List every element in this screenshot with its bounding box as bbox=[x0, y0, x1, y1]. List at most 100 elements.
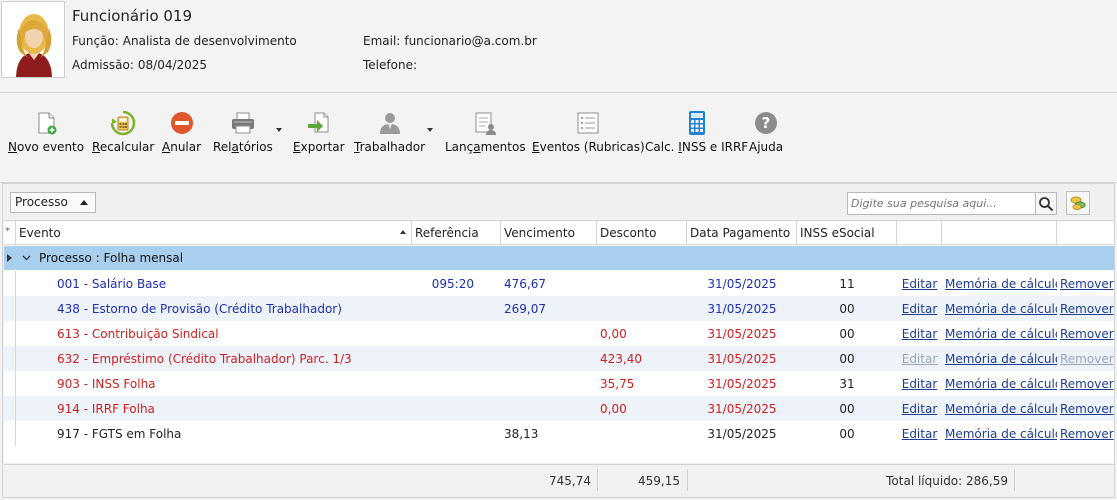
search-button[interactable] bbox=[1036, 192, 1057, 215]
exportar-label: Exportar bbox=[293, 140, 345, 154]
cell-vencimento: 476,67 bbox=[504, 277, 546, 291]
column-header-empty bbox=[897, 221, 942, 245]
table-row[interactable]: 438 - Estorno de Provisão (Crédito Traba… bbox=[4, 296, 1114, 321]
cell-action: Editar bbox=[897, 321, 942, 346]
eventos-rubricas-button[interactable]: Eventos (Rubricas) bbox=[532, 110, 645, 168]
novo-evento-button[interactable]: Novo evento bbox=[8, 110, 84, 168]
cell-evento: 001 - Salário Base bbox=[57, 277, 167, 291]
cell-desconto: 35,75 bbox=[600, 377, 635, 391]
grid-header: * Evento Referência Vencimento Desconto … bbox=[4, 221, 1114, 245]
help-icon: ? bbox=[753, 110, 779, 136]
cell-desconto: 0,00 bbox=[600, 327, 627, 341]
remove-link[interactable]: Remover bbox=[1060, 302, 1114, 316]
list-icon bbox=[575, 110, 601, 136]
table-row[interactable]: 632 - Empréstimo (Crédito Trabalhador) P… bbox=[4, 346, 1114, 371]
table-row[interactable]: 613 - Contribuição Sindical 0,00 31/05/202… bbox=[4, 321, 1114, 346]
remove-link[interactable]: Remover bbox=[1060, 377, 1114, 391]
relatorios-dropdown-arrow-icon[interactable] bbox=[276, 128, 282, 132]
cell-desconto: 423,40 bbox=[600, 352, 642, 366]
row-indicator[interactable] bbox=[4, 321, 16, 346]
calc-memory-link[interactable]: Memória de cálculo bbox=[945, 352, 1057, 366]
ajuda-button[interactable]: ? Ajuda bbox=[749, 110, 783, 168]
recalcular-button[interactable]: Recalcular bbox=[92, 110, 154, 168]
remove-link[interactable]: Remover bbox=[1060, 427, 1114, 441]
telefone-field: Telefone: bbox=[363, 58, 421, 72]
column-header-referencia[interactable]: Referência bbox=[412, 221, 501, 245]
lancamentos-button[interactable]: Lançamentos bbox=[445, 110, 526, 168]
trabalhador-label: Trabalhador bbox=[354, 140, 426, 154]
table-row[interactable]: 917 - FGTS em Folha 38,13 31/05/2025 00 Edit… bbox=[4, 421, 1114, 446]
calc-memory-link[interactable]: Memória de cálculo bbox=[945, 277, 1057, 291]
cell-action: Memória de cálculo bbox=[942, 396, 1057, 421]
cell-vencimento bbox=[501, 396, 591, 421]
remove-link[interactable]: Remover bbox=[1060, 352, 1114, 366]
cell-referencia bbox=[412, 371, 477, 396]
edit-link[interactable]: Editar bbox=[902, 402, 938, 416]
entries-icon bbox=[472, 110, 498, 136]
trabalhador-button[interactable]: Trabalhador bbox=[354, 110, 425, 168]
row-indicator[interactable] bbox=[4, 296, 16, 321]
relatorios-button[interactable]: Relatórios bbox=[213, 110, 273, 168]
row-indicator[interactable] bbox=[4, 271, 16, 296]
row-selector-header[interactable]: * bbox=[4, 221, 16, 245]
column-header-desconto[interactable]: Desconto bbox=[597, 221, 687, 245]
total-liquido: Total líquido: 286,59 bbox=[886, 474, 1008, 488]
cell-action: Memória de cálculo bbox=[942, 371, 1057, 396]
edit-link[interactable]: Editar bbox=[902, 327, 938, 341]
remove-link[interactable]: Remover bbox=[1060, 402, 1114, 416]
edit-link[interactable]: Editar bbox=[902, 352, 938, 366]
row-indicator[interactable] bbox=[4, 346, 16, 371]
table-row[interactable]: 914 - IRRF Folha 0,00 31/05/2025 00 Editar Me… bbox=[4, 396, 1114, 421]
cell-vencimento bbox=[501, 346, 591, 371]
table-row[interactable]: 903 - INSS Folha 35,75 31/05/2025 31 Editar M… bbox=[4, 371, 1114, 396]
trabalhador-dropdown-arrow-icon[interactable] bbox=[427, 128, 433, 132]
ajuda-label: Ajuda bbox=[749, 140, 784, 154]
calc-memory-link[interactable]: Memória de cálculo bbox=[945, 402, 1057, 416]
cell-evento: 903 - INSS Folha bbox=[57, 377, 156, 391]
cell-evento: 632 - Empréstimo (Crédito Trabalhador) P… bbox=[57, 352, 352, 366]
calc-memory-link[interactable]: Memória de cálculo bbox=[945, 302, 1057, 316]
cell-action: Memória de cálculo bbox=[942, 321, 1057, 346]
cell-referencia bbox=[412, 296, 477, 321]
group-row-processo[interactable]: Processo : Folha mensal bbox=[4, 246, 1114, 270]
recalcular-label: Recalcular bbox=[92, 140, 155, 154]
search-input[interactable] bbox=[847, 192, 1036, 215]
email-value: funcionario@a.com.br bbox=[404, 34, 537, 48]
cell-referencia: 095:20 bbox=[431, 277, 474, 291]
edit-link[interactable]: Editar bbox=[902, 427, 938, 441]
edit-link[interactable]: Editar bbox=[902, 377, 938, 391]
group-by-select[interactable]: Processo bbox=[10, 192, 96, 213]
printer-icon bbox=[230, 110, 256, 136]
calc-memory-link[interactable]: Memória de cálculo bbox=[945, 377, 1057, 391]
column-header-inss-esocial[interactable]: INSS eSocial bbox=[797, 221, 897, 245]
funcao-field: Função: Analista de desenvolvimento bbox=[72, 34, 297, 48]
cell-action: Memória de cálculo bbox=[942, 271, 1057, 296]
remove-link[interactable]: Remover bbox=[1060, 277, 1114, 291]
calc-inss-irrf-button[interactable]: Calc. INSS e IRRF bbox=[645, 110, 748, 168]
funcao-value: Analista de desenvolvimento bbox=[122, 34, 297, 48]
row-indicator[interactable] bbox=[4, 396, 16, 421]
edit-link[interactable]: Editar bbox=[902, 302, 938, 316]
grid-footer: 745,74 459,15 Total líquido: 286,59 bbox=[4, 464, 1114, 496]
column-header-vencimento[interactable]: Vencimento bbox=[501, 221, 597, 245]
row-indicator[interactable] bbox=[4, 421, 16, 446]
exportar-button[interactable]: Exportar bbox=[293, 110, 345, 168]
cell-inss-esocial: 31 bbox=[839, 377, 855, 391]
cell-referencia bbox=[412, 346, 477, 371]
anular-button[interactable]: Anular bbox=[162, 110, 201, 168]
telefone-label: Telefone: bbox=[363, 58, 417, 72]
grid-options-button[interactable] bbox=[1066, 191, 1090, 215]
toolbar: Novo evento Recalcular Anular Relatórios… bbox=[0, 100, 1117, 170]
novo-evento-label: Novo evento bbox=[8, 140, 85, 154]
remove-link[interactable]: Remover bbox=[1060, 327, 1114, 341]
admissao-field: Admissão: 08/04/2025 bbox=[72, 58, 207, 72]
calc-memory-link[interactable]: Memória de cálculo bbox=[945, 327, 1057, 341]
edit-link[interactable]: Editar bbox=[902, 277, 938, 291]
admissao-value: 08/04/2025 bbox=[137, 58, 208, 72]
column-header-data-pagamento[interactable]: Data Pagamento bbox=[687, 221, 797, 245]
calc-memory-link[interactable]: Memória de cálculo bbox=[945, 427, 1057, 441]
row-indicator[interactable] bbox=[4, 371, 16, 396]
column-header-evento[interactable]: Evento bbox=[16, 221, 412, 245]
cell-evento: 917 - FGTS em Folha bbox=[57, 427, 182, 441]
table-row[interactable]: 001 - Salário Base 095:20 476,67 31/05/2025… bbox=[4, 271, 1114, 296]
